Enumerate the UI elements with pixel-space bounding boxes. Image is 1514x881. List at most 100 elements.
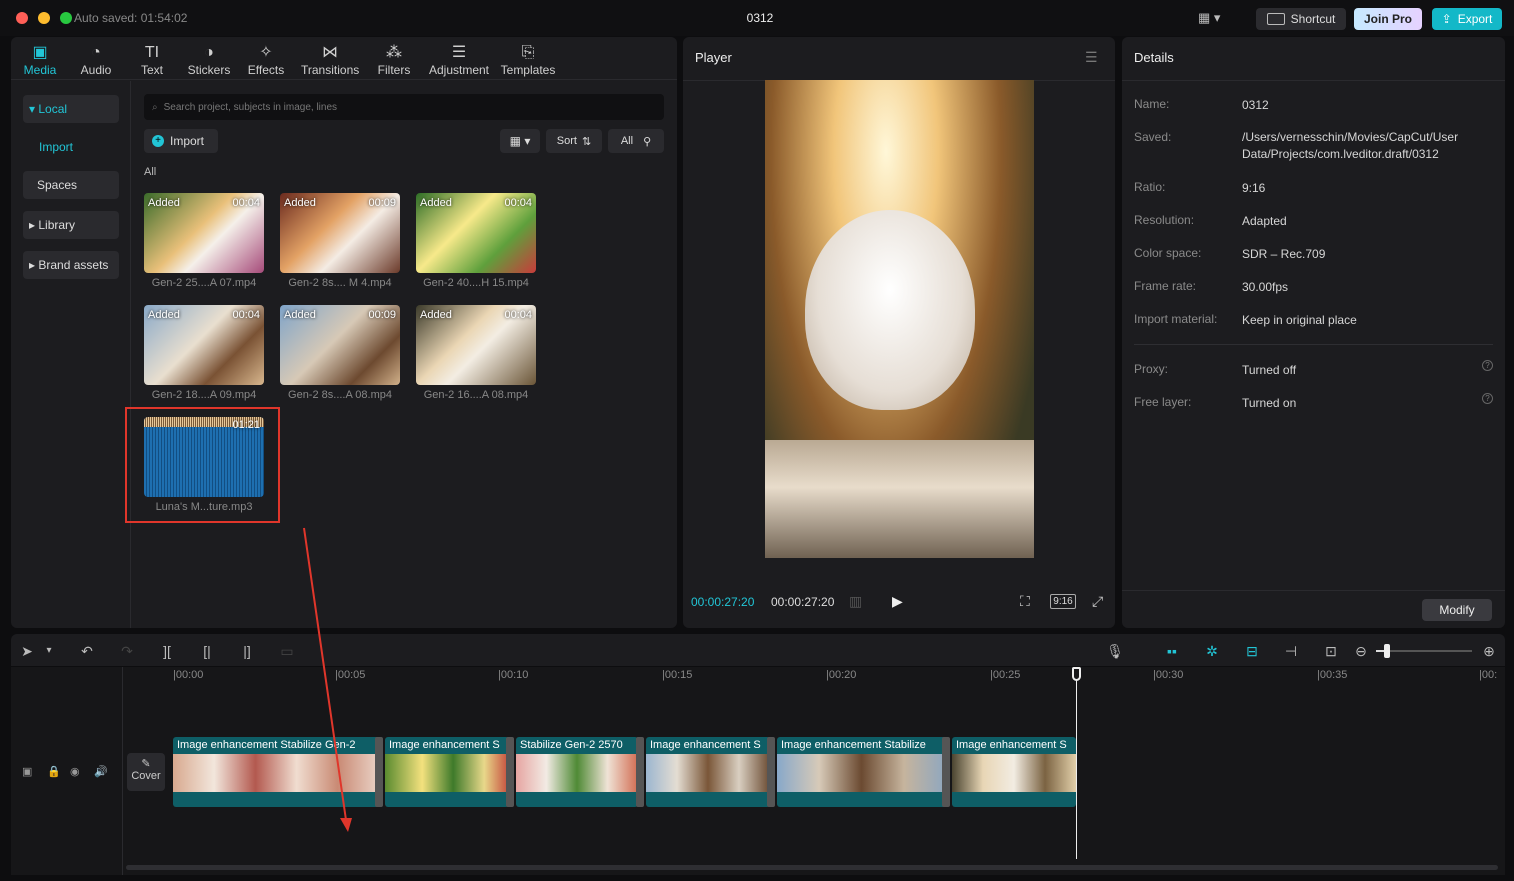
fullscreen-icon[interactable]: ⤢ — [1092, 593, 1103, 610]
tab-adjustment[interactable]: ☰ Adjustment — [425, 41, 493, 81]
minimize-window-button[interactable] — [38, 12, 50, 24]
clip-label: Stabilize Gen-2 2570 — [520, 739, 623, 751]
duration-label: 00:04 — [504, 197, 532, 209]
microphone-icon[interactable]: 🎙 — [1106, 642, 1124, 660]
auto-snap-icon[interactable]: ✲ — [1200, 642, 1224, 660]
sidebar-item-label: Local — [38, 102, 68, 116]
video-preview[interactable] — [765, 80, 1034, 558]
play-icon[interactable]: ▶ — [892, 593, 903, 610]
timeline-clip[interactable]: Image enhancement S — [952, 737, 1076, 807]
media-thumbnail[interactable]: Added 00:04 — [416, 305, 536, 385]
tab-effects[interactable]: ✧ Effects — [237, 41, 295, 81]
audio-thumbnail[interactable]: 01:21 — [144, 417, 264, 497]
media-filename: Gen-2 8s.... M 4.mp4 — [288, 277, 392, 289]
tab-filters[interactable]: ⁂ Filters — [365, 41, 423, 81]
filter-button[interactable]: All ⚲ — [608, 129, 664, 153]
export-button[interactable]: ⇪ Export — [1432, 8, 1502, 30]
main-track-magnet-icon[interactable]: ▪▪ — [1160, 642, 1184, 660]
cover-button[interactable]: ✎ Cover — [127, 753, 165, 791]
ruler-tick: |00:00 — [173, 669, 204, 681]
tab-transitions[interactable]: ⋈ Transitions — [301, 41, 359, 81]
eye-icon[interactable]: ◉ — [70, 765, 80, 778]
playhead-line[interactable] — [1076, 675, 1077, 859]
menu-icon[interactable]: ☰ — [1085, 49, 1098, 66]
tab-text[interactable]: TI Text — [123, 41, 181, 81]
zoom-fit-icon[interactable]: ⛶ — [1020, 593, 1030, 610]
lock-icon[interactable]: 🔒 — [47, 765, 61, 778]
transition-handle[interactable] — [375, 737, 383, 807]
media-filename: Gen-2 40....H 15.mp4 — [423, 277, 529, 289]
tab-templates[interactable]: ⎘ Templates — [495, 41, 561, 81]
total-time: 00:00:27:20 — [771, 595, 835, 609]
playhead-handle[interactable] — [1072, 667, 1081, 681]
zoom-slider-handle[interactable] — [1384, 644, 1390, 658]
maximize-window-button[interactable] — [60, 12, 72, 24]
media-thumbnail[interactable]: Added 00:04 — [144, 305, 264, 385]
preview-axis-icon[interactable]: ⊣ — [1282, 642, 1300, 660]
search-input[interactable]: ⌕ Search project, subjects in image, lin… — [144, 94, 664, 120]
timeline-scrollbar[interactable] — [126, 865, 1498, 870]
chevron-down-icon[interactable]: ▾ — [40, 642, 58, 660]
sidebar-item-local[interactable]: ▾ Local — [23, 95, 119, 123]
zoom-out-icon[interactable]: ⊖ — [1352, 642, 1370, 660]
transition-handle[interactable] — [506, 737, 514, 807]
detail-label: Saved: — [1134, 130, 1172, 144]
timeline-clip[interactable]: Image enhancement Stabilize — [777, 737, 946, 807]
view-mode-toggle[interactable]: ▦ ▾ — [500, 129, 540, 153]
sidebar-item-label: Import — [39, 140, 74, 154]
plus-circle-icon: + — [152, 135, 164, 147]
track-video-icon[interactable]: ▣ — [22, 765, 32, 778]
waveform-toggle-icon[interactable]: ▥ — [849, 593, 862, 610]
zoom-to-fit-icon[interactable]: ⊡ — [1322, 642, 1340, 660]
select-tool-icon[interactable]: ➤ — [18, 642, 36, 660]
media-thumbnail[interactable]: Added 00:09 — [280, 305, 400, 385]
shortcut-button[interactable]: Shortcut — [1256, 8, 1346, 30]
media-thumbnail[interactable]: Added 00:09 — [280, 193, 400, 273]
join-pro-button[interactable]: Join Pro — [1354, 8, 1422, 30]
sidebar-item-spaces[interactable]: Spaces — [23, 171, 119, 199]
help-icon[interactable]: ? — [1482, 360, 1493, 371]
timeline-clip[interactable]: Stabilize Gen-2 2570 — [516, 737, 638, 807]
sidebar-item-import[interactable]: Import — [23, 133, 119, 161]
import-button[interactable]: + Import — [144, 129, 218, 153]
media-thumbnail[interactable]: Added 00:04 — [144, 193, 264, 273]
media-thumbnail[interactable]: Added 00:04 — [416, 193, 536, 273]
split-right-icon[interactable]: |] — [238, 642, 256, 660]
split-icon[interactable]: ][ — [158, 642, 176, 660]
close-window-button[interactable] — [16, 12, 28, 24]
sidebar-item-library[interactable]: ▸ Library — [23, 211, 119, 239]
transition-handle[interactable] — [942, 737, 950, 807]
volume-icon[interactable]: 🔊 — [94, 765, 108, 778]
zoom-in-icon[interactable]: ⊕ — [1480, 642, 1498, 660]
undo-icon[interactable]: ↶ — [78, 642, 96, 660]
ruler-tick: |00: — [1479, 669, 1498, 681]
redo-icon[interactable]: ↷ — [118, 642, 136, 660]
tab-audio[interactable]: ◔ Audio — [67, 41, 125, 81]
stickers-icon: ◑ — [204, 44, 214, 61]
transition-handle[interactable] — [636, 737, 644, 807]
tab-media[interactable]: ▣ Media — [11, 41, 69, 81]
ruler-tick: |00:15 — [662, 669, 693, 681]
current-time: 00:00:27:20 — [691, 595, 755, 609]
detail-value: Keep in original place — [1242, 313, 1357, 327]
ruler-label: 00: — [1481, 669, 1498, 681]
layout-icon[interactable]: ▦ ▾ — [1198, 10, 1232, 28]
timeline-clip[interactable]: Image enhancement S — [646, 737, 770, 807]
ruler-tick: |00:20 — [826, 669, 857, 681]
timeline-clip[interactable]: Image enhancement S — [385, 737, 509, 807]
filter-label: All — [620, 135, 634, 147]
help-icon[interactable]: ? — [1482, 393, 1493, 404]
tab-stickers[interactable]: ◑ Stickers — [180, 41, 238, 81]
sidebar-item-brand-assets[interactable]: ▸ Brand assets — [23, 251, 119, 279]
ruler-label: 00:35 — [1319, 669, 1348, 681]
ratio-button[interactable]: 9:16 — [1050, 594, 1076, 609]
linkage-icon[interactable]: ⊟ — [1240, 642, 1264, 660]
sort-button[interactable]: Sort ⇅ — [546, 129, 602, 153]
split-left-icon[interactable]: [| — [198, 642, 216, 660]
project-title: 0312 — [746, 11, 774, 25]
transition-handle[interactable] — [767, 737, 775, 807]
zoom-slider[interactable] — [1376, 650, 1472, 652]
modify-button[interactable]: Modify — [1422, 599, 1492, 621]
clip-label: Image enhancement S — [389, 739, 500, 751]
ruler-tick: |00:25 — [990, 669, 1021, 681]
